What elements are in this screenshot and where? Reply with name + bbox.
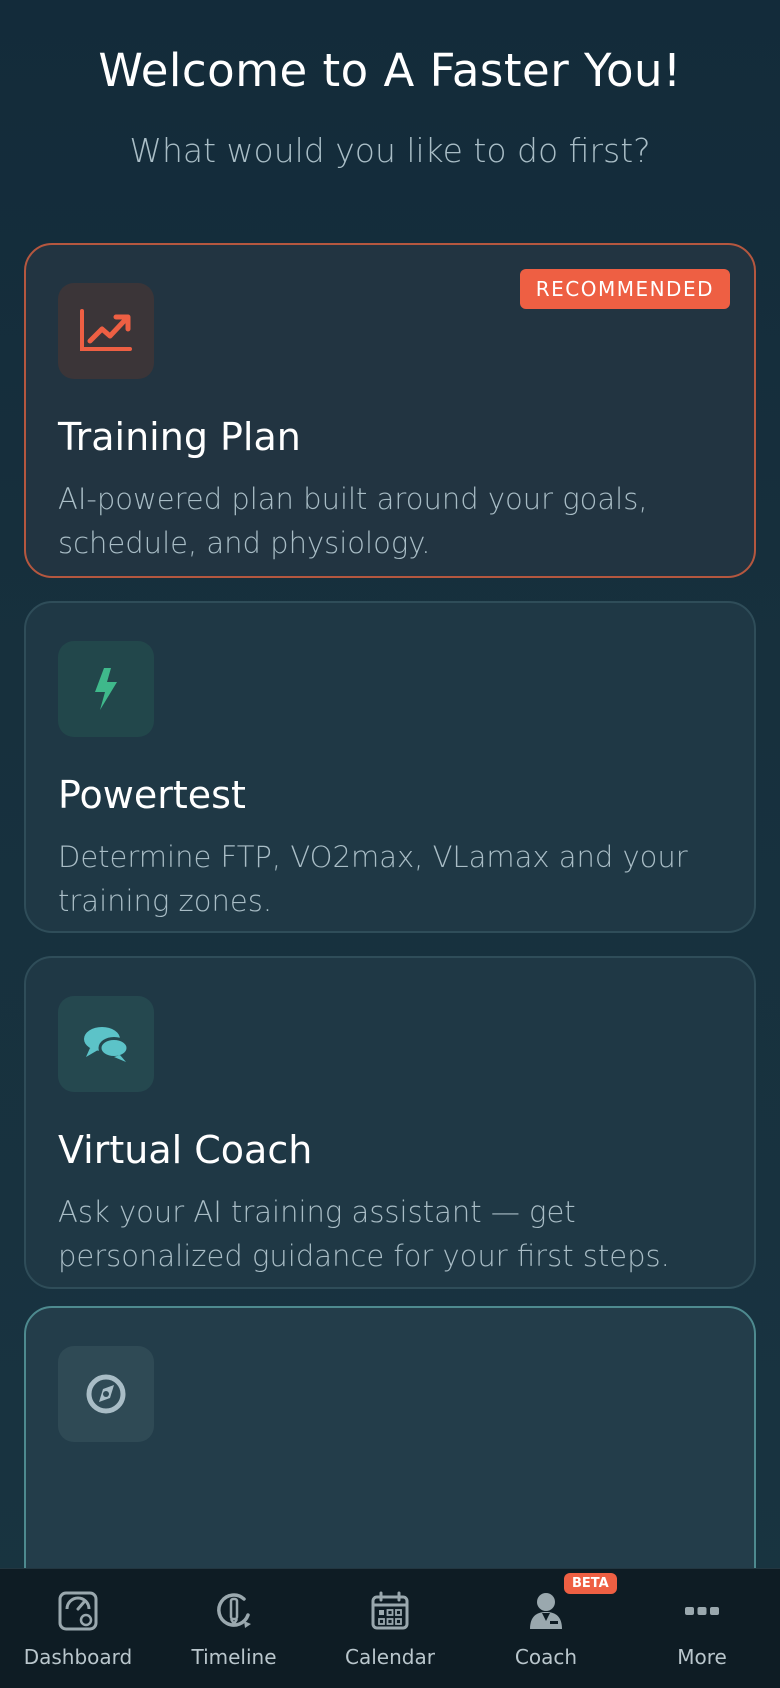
recommended-badge: RECOMMENDED [519, 269, 730, 309]
tab-timeline[interactable]: Timeline [156, 1569, 312, 1688]
chat-bubbles-icon [58, 996, 154, 1092]
card-title: Training Plan [58, 415, 301, 459]
card-title: Virtual Coach [58, 1128, 313, 1172]
virtual-coach-card[interactable]: Virtual Coach Ask your AI training assis… [24, 956, 756, 1289]
tab-coach[interactable]: BETA Coach [468, 1569, 624, 1688]
beta-badge: BETA [564, 1573, 617, 1594]
page-subtitle: What would you like to do first? [129, 131, 651, 170]
bolt-icon [58, 641, 154, 737]
card-description: Ask your AI training assistant — get per… [58, 1195, 670, 1273]
chart-trend-icon [58, 283, 154, 379]
tab-label: Calendar [345, 1645, 435, 1669]
tab-label: More [677, 1645, 727, 1669]
tab-calendar[interactable]: Calendar [312, 1569, 468, 1688]
card-description: AI-powered plan built around your goals,… [58, 482, 648, 560]
card-description: Determine FTP, VO2max, VLamax and your t… [58, 840, 688, 918]
more-dots-icon [680, 1589, 724, 1633]
calendar-icon [368, 1589, 412, 1633]
timeline-icon [212, 1589, 256, 1633]
dashboard-gauge-icon [56, 1589, 100, 1633]
powertest-card[interactable]: Powertest Determine FTP, VO2max, VLamax … [24, 601, 756, 933]
tab-label: Timeline [191, 1645, 277, 1669]
onboarding-screen: Welcome to A Faster You! What would you … [0, 0, 780, 1688]
header: Welcome to A Faster You! What would you … [0, 44, 780, 170]
compass-icon [58, 1346, 154, 1442]
card-title: Powertest [58, 773, 246, 817]
bottom-tab-bar: Dashboard Timeline Calendar BETA Coach M… [0, 1568, 780, 1688]
tab-label: Dashboard [23, 1645, 133, 1669]
tab-label: Coach [514, 1645, 578, 1669]
training-plan-card[interactable]: RECOMMENDED Training Plan AI-powered pla… [24, 243, 756, 578]
tab-dashboard[interactable]: Dashboard [0, 1569, 156, 1688]
tab-more[interactable]: More [624, 1569, 780, 1688]
page-title: Welcome to A Faster You! [98, 44, 682, 97]
coach-person-icon [524, 1589, 568, 1633]
